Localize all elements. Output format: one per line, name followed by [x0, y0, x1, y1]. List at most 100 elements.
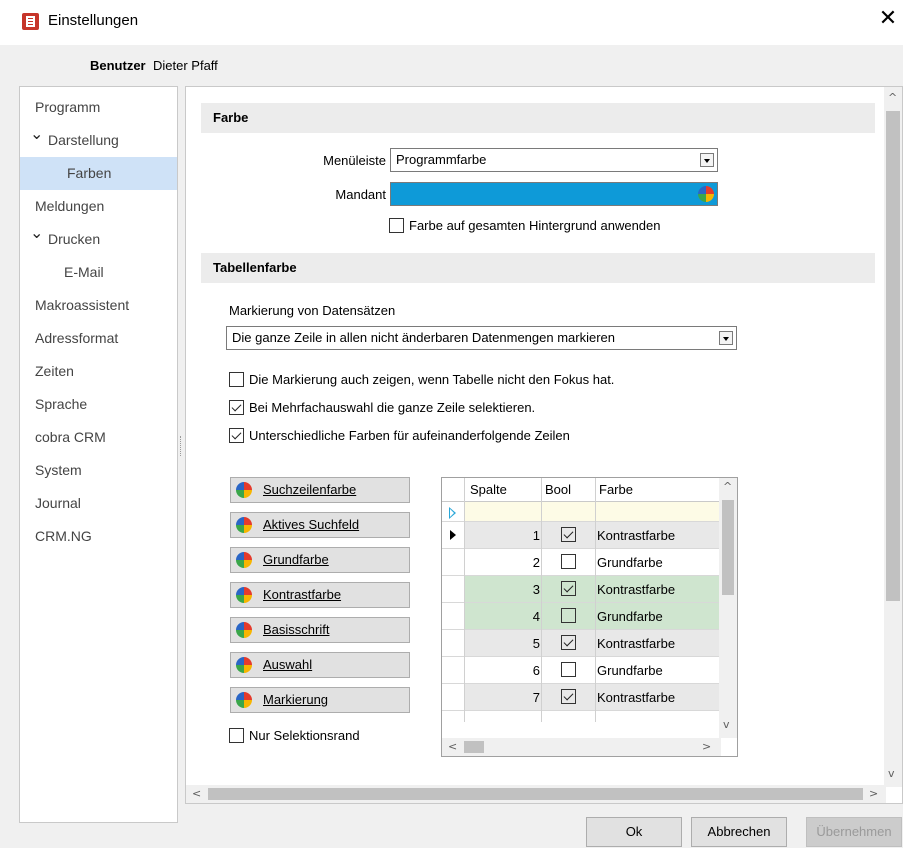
grid-scroll-thumb[interactable] — [722, 500, 734, 595]
row-cells: 2 Grundfarbe — [465, 549, 721, 575]
color-button-label: Suchzeilenfarbe — [263, 482, 357, 497]
cell-bool-checkbox[interactable] — [561, 689, 576, 704]
farben-checkbox[interactable]: Unterschiedliche Farben für aufeinanderf… — [229, 428, 570, 443]
mandant-color-picker[interactable] — [390, 182, 718, 206]
markierung-button[interactable]: Markierung — [230, 687, 410, 713]
farben-label: Unterschiedliche Farben für aufeinanderf… — [249, 428, 570, 443]
row-indicator[interactable] — [442, 657, 464, 683]
cell-farbe: Grundfarbe — [597, 609, 663, 624]
markierung-value: Die ganze Zeile in allen nicht änderbare… — [232, 330, 616, 345]
row-cells: 4 Grundfarbe — [465, 603, 721, 629]
basisschrift-button[interactable]: Basisschrift — [230, 617, 410, 643]
nav-item-drucken[interactable]: ⌄ Drucken — [20, 223, 177, 256]
row-indicator[interactable] — [442, 576, 464, 602]
nav-item-farben[interactable]: Farben — [20, 157, 177, 190]
color-button-label: Basisschrift — [263, 622, 330, 637]
auswahl-button[interactable]: Auswahl — [230, 652, 410, 678]
nav-item-darstellung[interactable]: ⌄ Darstellung — [20, 124, 177, 157]
markierung-label: Markierung von Datensätzen — [229, 303, 396, 318]
panel-scroll-thumb[interactable] — [886, 111, 900, 601]
cell-bool-checkbox[interactable] — [561, 608, 576, 623]
chevron-down-icon[interactable]: ⌄ — [30, 118, 43, 151]
grid-hscroll-thumb[interactable] — [464, 741, 484, 753]
column-header-farbe[interactable]: Farbe — [599, 482, 633, 497]
fokus-checkbox[interactable]: Die Markierung auch zeigen, wenn Tabelle… — [229, 372, 614, 387]
nav-item-zeiten[interactable]: Zeiten — [20, 355, 177, 388]
row-indicator[interactable] — [442, 684, 464, 710]
nav-item-adressformat[interactable]: Adressformat — [20, 322, 177, 355]
nav-item-e-mail[interactable]: E-Mail — [20, 256, 177, 289]
nav-item-label: Zeiten — [35, 363, 74, 379]
nav-item-journal[interactable]: Journal — [20, 487, 177, 520]
cell-bool-checkbox[interactable] — [561, 635, 576, 650]
kontrastfarbe-button[interactable]: Kontrastfarbe — [230, 582, 410, 608]
ok-button[interactable]: Ok — [586, 817, 682, 847]
column-header-bool[interactable]: Bool — [545, 482, 571, 497]
markierung-select[interactable]: Die ganze Zeile in allen nicht änderbare… — [226, 326, 737, 350]
new-row-icon — [449, 507, 456, 519]
scroll-down-icon[interactable]: v — [723, 718, 730, 731]
scroll-left-icon[interactable]: < — [448, 740, 457, 753]
scroll-right-icon[interactable]: > — [869, 787, 878, 800]
aktives-suchfeld-button[interactable]: Aktives Suchfeld — [230, 512, 410, 538]
title-bar: Einstellungen ✕ — [0, 0, 903, 45]
panel-vertical-scrollbar[interactable]: ^ v — [884, 87, 902, 787]
scroll-up-icon[interactable]: ^ — [723, 480, 732, 493]
cell-spalte: 5 — [532, 636, 540, 651]
nav-item-makroassistent[interactable]: Makroassistent — [20, 289, 177, 322]
row-indicator[interactable] — [442, 603, 464, 629]
menuleiste-select[interactable]: Programmfarbe — [390, 148, 718, 172]
preview-grid[interactable]: Spalte Bool Farbe 1 Kontrastfarbe 2 Grundfa… — [441, 477, 738, 757]
nur-selektionsrand-checkbox[interactable]: Nur Selektionsrand — [229, 728, 360, 743]
suchzeilenfarbe-button[interactable]: Suchzeilenfarbe — [230, 477, 410, 503]
cell-bool-checkbox[interactable] — [561, 554, 576, 569]
cell-bool-checkbox[interactable] — [561, 662, 576, 677]
nav-item-sprache[interactable]: Sprache — [20, 388, 177, 421]
table-row[interactable]: 1 Kontrastfarbe — [442, 522, 721, 549]
scroll-right-icon[interactable]: > — [702, 740, 711, 753]
table-row[interactable]: 2 Grundfarbe — [442, 549, 721, 576]
cell-bool-checkbox[interactable] — [561, 581, 576, 596]
table-row[interactable]: 5 Kontrastfarbe — [442, 630, 721, 657]
panel-hscroll-thumb[interactable] — [208, 788, 863, 800]
row-indicator[interactable] — [442, 502, 464, 521]
panel-horizontal-scrollbar[interactable]: < > — [186, 785, 886, 803]
menuleiste-label: Menüleiste — [323, 153, 386, 168]
close-icon[interactable]: ✕ — [873, 6, 903, 31]
cell-bool-checkbox[interactable] — [561, 527, 576, 542]
table-row[interactable]: 7 Kontrastfarbe — [442, 684, 721, 711]
cancel-button[interactable]: Abbrechen — [691, 817, 787, 847]
color-button-label: Auswahl — [263, 657, 313, 672]
cell-spalte: 6 — [532, 663, 540, 678]
scroll-down-icon[interactable]: v — [888, 767, 895, 780]
column-header-spalte[interactable]: Spalte — [470, 482, 507, 497]
grid-divider — [541, 478, 542, 722]
row-indicator[interactable] — [442, 549, 464, 575]
grid-horizontal-scrollbar[interactable]: < > — [442, 738, 721, 756]
grid-vertical-scrollbar[interactable]: ^ v — [719, 478, 737, 738]
nav-item-programm[interactable]: Programm — [20, 91, 177, 124]
nav-item-cobra-crm[interactable]: cobra CRM — [20, 421, 177, 454]
row-indicator[interactable] — [442, 522, 464, 548]
splitter-handle[interactable] — [180, 436, 182, 456]
apply-button[interactable]: Übernehmen — [806, 817, 902, 847]
grundfarbe-button[interactable]: Grundfarbe — [230, 547, 410, 573]
row-indicator[interactable] — [442, 630, 464, 656]
color-wheel-icon — [236, 657, 252, 673]
table-row[interactable]: 4 Grundfarbe — [442, 603, 721, 630]
nav-item-label: Drucken — [48, 231, 101, 247]
mehrfach-checkbox[interactable]: Bei Mehrfachauswahl die ganze Zeile sele… — [229, 400, 535, 415]
nav-item-system[interactable]: System — [20, 454, 177, 487]
nav-item-label: Journal — [35, 495, 81, 511]
table-row[interactable]: 3 Kontrastfarbe — [442, 576, 721, 603]
nav-item-crm-ng[interactable]: CRM.NG — [20, 520, 177, 553]
table-row[interactable]: 6 Grundfarbe — [442, 657, 721, 684]
table-row[interactable] — [442, 502, 721, 522]
chevron-down-icon[interactable]: ⌄ — [30, 217, 43, 250]
hintergrund-checkbox[interactable]: Farbe auf gesamten Hintergrund anwenden — [389, 218, 661, 233]
scroll-up-icon[interactable]: ^ — [888, 91, 897, 104]
cell-spalte: 4 — [532, 609, 540, 624]
scroll-left-icon[interactable]: < — [192, 787, 201, 800]
nav-item-meldungen[interactable]: Meldungen — [20, 190, 177, 223]
cell-farbe: Grundfarbe — [597, 555, 663, 570]
